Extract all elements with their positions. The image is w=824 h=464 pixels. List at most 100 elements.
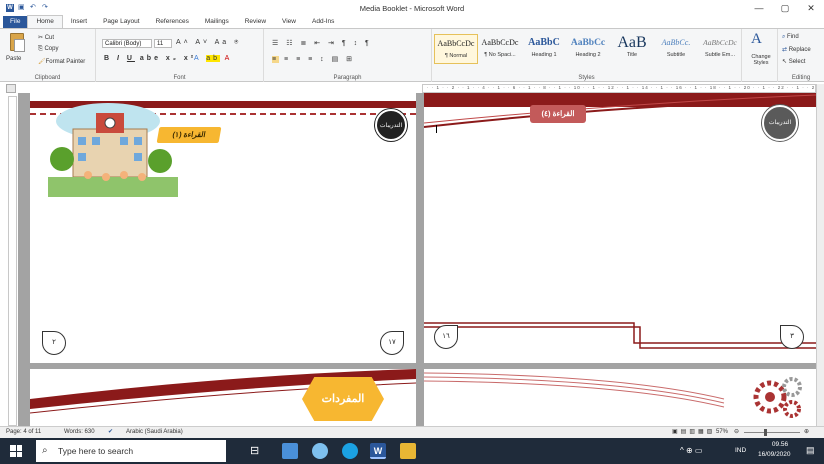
find-button[interactable]: ⌕ Find — [782, 34, 799, 41]
tray-icons[interactable]: ^ ⊕ ▭ — [680, 446, 702, 455]
vertical-scrollbar[interactable] — [816, 84, 824, 426]
ruler-tab-selector[interactable] — [6, 84, 16, 93]
font-label: Font — [173, 75, 186, 81]
gears-icon — [753, 377, 802, 418]
style-no-spacing[interactable]: AaBbCcDc ¶ No Spaci... — [478, 34, 522, 64]
styles-group: AaBbCcDc ¶ Normal AaBbCcDc ¶ No Spaci... A… — [432, 29, 742, 82]
cursor-icon: ↖ — [782, 59, 789, 65]
clock-time[interactable]: 09.56 — [760, 441, 800, 448]
status-bar: Page: 4 of 11 Words: 630 ✔ Arabic (Saudi… — [0, 426, 824, 438]
change-styles-icon[interactable]: A — [751, 31, 762, 48]
task-view-icon[interactable]: ⊟ — [250, 443, 266, 459]
tab-add-ins[interactable]: Add-Ins — [304, 16, 342, 28]
reading-heading: القراءة (٤) — [530, 105, 586, 123]
document-area[interactable]: القراءة (١) التدريبات ٢ ١٧ القراءة (٤) ا… — [18, 93, 816, 426]
notification-icon[interactable]: ▤ — [806, 445, 815, 456]
tab-view[interactable]: View — [274, 16, 304, 28]
footer-lines — [424, 322, 816, 349]
page-number-right: ٣ — [780, 325, 804, 349]
tab-page-layout[interactable]: Page Layout — [95, 16, 148, 28]
paste-button[interactable]: Paste — [6, 56, 21, 62]
clock-date[interactable]: 16/09/2020 — [758, 451, 791, 458]
change-styles-button[interactable]: Change Styles — [746, 54, 776, 66]
clipboard-label: Clipboard — [34, 75, 61, 81]
reading-heading: القراءة (١) — [156, 127, 222, 143]
zoom-slider[interactable] — [744, 432, 800, 433]
paint-icon[interactable] — [312, 443, 328, 459]
styles-label: Styles — [578, 75, 595, 81]
close-button[interactable]: ✕ — [798, 0, 824, 16]
list-buttons[interactable]: ☰ ☷ ≣ ⇤ ⇥ ¶ ↕ ¶ — [272, 39, 372, 47]
language-indicator[interactable]: Arabic (Saudi Arabia) — [126, 429, 183, 435]
page-right[interactable]: القراءة (٤) التدريبات ١٦ ٣ — [424, 93, 816, 363]
exercises-badge: التدريبات — [762, 105, 798, 141]
format-buttons[interactable]: B I U abe x₂ x² — [104, 55, 196, 62]
tab-references[interactable]: References — [148, 16, 197, 28]
search-box[interactable]: ⌕ Type here to search — [36, 440, 226, 462]
tab-mailings[interactable]: Mailings — [197, 16, 237, 28]
search-icon: ⌕ — [42, 445, 48, 456]
text-cursor — [436, 125, 437, 133]
clipboard-group: Paste ✂ Cut ⎘ Copy 🖌Format Painter Clipb… — [0, 29, 96, 82]
style-heading-2[interactable]: AaBbCc Heading 2 — [566, 34, 610, 64]
search-placeholder: Type here to search — [58, 446, 134, 456]
replace-button[interactable]: ⇄ Replace — [782, 46, 811, 53]
copy-button[interactable]: ⎘ Copy — [38, 46, 58, 53]
vocabulary-heading: المفردات — [302, 377, 384, 421]
word-taskbar-icon[interactable]: W — [370, 443, 386, 459]
view-buttons[interactable]: ▣▤▥▦▧ — [672, 428, 715, 435]
format-painter-button[interactable]: 🖌Format Painter — [38, 58, 85, 65]
page-right-next[interactable] — [424, 369, 816, 426]
tab-review[interactable]: Review — [237, 16, 274, 28]
page-number-right: ١٧ — [380, 331, 404, 355]
tab-file[interactable]: File — [3, 16, 28, 28]
tab-home[interactable]: Home — [27, 15, 63, 28]
select-button[interactable]: ↖ Select — [782, 58, 805, 65]
change-styles-group: A Change Styles — [742, 29, 778, 82]
exercises-badge: التدريبات — [375, 109, 407, 141]
zoom-out-button[interactable]: ⊖ — [734, 428, 739, 435]
paragraph-group: ☰ ☷ ≣ ⇤ ⇥ ¶ ↕ ¶ ≡ ≡ ≡ ≡ ↕ ▤ ⊞ Paragraph — [264, 29, 432, 82]
replace-icon: ⇄ — [782, 47, 789, 53]
tab-insert[interactable]: Insert — [63, 16, 95, 28]
file-explorer-icon[interactable] — [282, 443, 298, 459]
font-group: Calibri (Body) 11 A˄ A˅ Aa ⍟ B I U abe x… — [96, 29, 264, 82]
app-icon[interactable] — [400, 443, 416, 459]
paragraph-label: Paragraph — [333, 75, 362, 81]
scissors-icon: ✂ — [38, 35, 45, 41]
zoom-in-button[interactable]: ⊕ — [804, 428, 809, 435]
font-size-box[interactable]: 11 — [154, 39, 172, 48]
title-bar: W ▣ ↶ ↷ Media Booklet - Microsoft Word —… — [0, 0, 824, 16]
paste-icon[interactable] — [10, 33, 25, 52]
minimize-button[interactable]: — — [746, 0, 772, 16]
vertical-ruler[interactable] — [8, 96, 17, 426]
horizontal-ruler[interactable]: · · 1 · · 2 · · 1 · · 4 · · 1 · · 6 · · … — [422, 84, 816, 93]
maximize-button[interactable]: ▢ — [772, 0, 798, 16]
window-title: Media Booklet - Microsoft Word — [359, 4, 465, 13]
school-illustration — [48, 103, 178, 197]
color-buttons[interactable]: A ab A — [194, 55, 232, 62]
edge-icon[interactable] — [342, 443, 358, 459]
brush-icon: 🖌 — [38, 59, 46, 65]
style-title[interactable]: AaB Title — [610, 34, 654, 64]
word-count[interactable]: Words: 630 — [64, 429, 95, 435]
zoom-thumb[interactable] — [764, 429, 767, 436]
cut-button[interactable]: ✂ Cut — [38, 34, 54, 41]
font-name-box[interactable]: Calibri (Body) — [102, 39, 152, 48]
editing-group: ⌕ Find ⇄ Replace ↖ Select Editing — [778, 29, 824, 82]
zoom-level[interactable]: 57% — [716, 429, 728, 435]
style-subtitle[interactable]: AaBbCc. Subtitle — [654, 34, 698, 64]
page-left-next[interactable]: المفردات — [30, 369, 416, 426]
page-count[interactable]: Page: 4 of 11 — [6, 429, 41, 435]
style-normal[interactable]: AaBbCcDc ¶ Normal — [434, 34, 478, 64]
windows-start-icon[interactable] — [10, 445, 22, 457]
style-heading-1[interactable]: AaBbC Heading 1 — [522, 34, 566, 64]
proofing-icon[interactable]: ✔ — [108, 428, 113, 435]
input-language[interactable]: IND — [735, 447, 746, 454]
page-left[interactable]: القراءة (١) التدريبات ٢ ١٧ — [30, 93, 416, 363]
style-subtle-emphasis[interactable]: AaBbCcDc Subtle Em... — [698, 34, 742, 64]
align-buttons[interactable]: ≡ ≡ ≡ ≡ ↕ ▤ ⊞ — [272, 55, 355, 63]
editing-label: Editing — [791, 75, 811, 81]
taskbar: ⌕ Type here to search ⊟ W ^ ⊕ ▭ IND 09.5… — [0, 438, 824, 464]
font-size-buttons[interactable]: A˄ A˅ Aa ⍟ — [176, 39, 241, 47]
